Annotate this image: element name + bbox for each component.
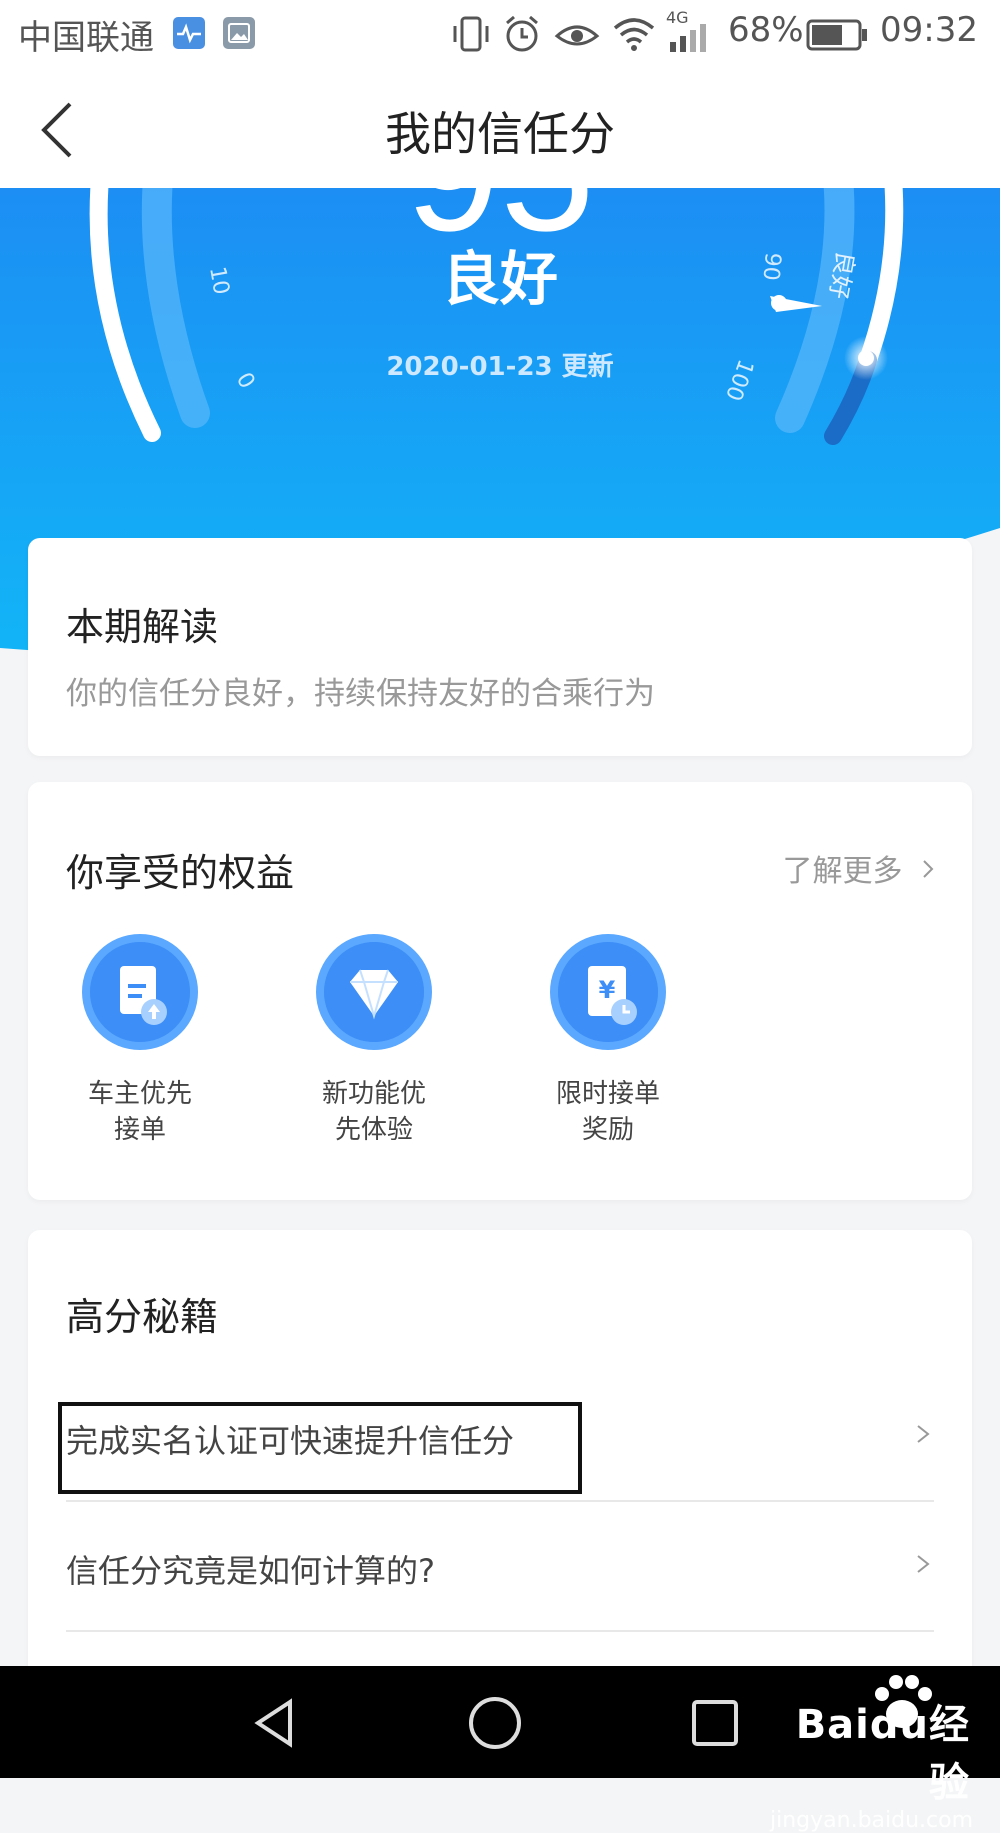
baidu-jingyan-watermark: Baidu经验 jingyan.baidu.com [770, 1672, 974, 1833]
wifi-icon [613, 18, 655, 51]
benefit-label: 限时接单 奖励 [555, 1079, 660, 1145]
yuan-timer-icon: ¥ [558, 942, 658, 1042]
highlight-box [58, 1402, 582, 1494]
benefit-label: 新功能优 先体验 [321, 1079, 426, 1145]
score-level: 良好 [441, 245, 558, 313]
nav-recents-icon[interactable] [690, 1698, 740, 1748]
divider [66, 1630, 934, 1632]
gallery-app-icon [223, 17, 255, 49]
vibrate-icon [453, 16, 489, 52]
benefits-title: 你享受的权益 [66, 851, 295, 895]
chevron-right-icon [917, 1555, 930, 1573]
watermark-brand: Baidu经验 [795, 1702, 970, 1806]
tips-title: 高分秘籍 [66, 1295, 219, 1339]
eye-comfort-icon [554, 25, 600, 46]
status-bar: 中国联通 4G 68% 09:32 [0, 0, 1000, 68]
signal-icon [670, 24, 706, 52]
benefit-icon-badge [316, 934, 432, 1050]
page-title: 我的信任分 [385, 107, 615, 161]
diamond-icon [324, 942, 424, 1042]
learn-more-link[interactable]: 了解更多 [782, 846, 936, 890]
battery-percent: 68% [728, 10, 804, 50]
benefit-icon-badge: ¥ [550, 934, 666, 1050]
benefits-card: 你享受的权益 了解更多 车主优先 接单 新功能优 先体验 ¥ 限时接单 奖励 [28, 782, 972, 1200]
nav-home-icon[interactable] [466, 1694, 524, 1752]
chevron-right-icon [923, 860, 934, 878]
benefit-item[interactable]: 车主优先 接单 [50, 934, 230, 1148]
interpretation-card: 本期解读 你的信任分良好，持续保持友好的合乘行为 [28, 538, 972, 756]
tip-text: 信任分究竟是如何计算的? [66, 1552, 435, 1590]
health-app-icon [173, 17, 205, 49]
clock: 09:32 [880, 10, 978, 50]
battery-icon [806, 19, 867, 51]
alarm-icon [506, 15, 538, 52]
svg-text:¥: ¥ [599, 976, 616, 1004]
watermark-url: jingyan.baidu.com [770, 1808, 974, 1833]
carrier-label: 中国联通 [18, 18, 154, 58]
update-date: 2020-01-23 更新 [386, 352, 614, 382]
benefit-label: 车主优先 接单 [87, 1079, 192, 1145]
nav-header: 我的信任分 [0, 68, 1000, 188]
benefit-icon-badge [82, 934, 198, 1050]
chevron-right-icon [917, 1425, 930, 1443]
interpretation-title: 本期解读 [66, 605, 219, 649]
interpretation-description: 你的信任分良好，持续保持友好的合乘行为 [66, 676, 655, 712]
benefit-item[interactable]: ¥ 限时接单 奖励 [518, 934, 698, 1148]
document-upload-icon [90, 942, 190, 1042]
learn-more-label: 了解更多 [782, 854, 903, 889]
tip-row-calculation[interactable]: 信任分究竟是如何计算的? [66, 1502, 934, 1632]
nav-back-icon[interactable] [250, 1696, 300, 1750]
benefit-item[interactable]: 新功能优 先体验 [284, 934, 464, 1148]
